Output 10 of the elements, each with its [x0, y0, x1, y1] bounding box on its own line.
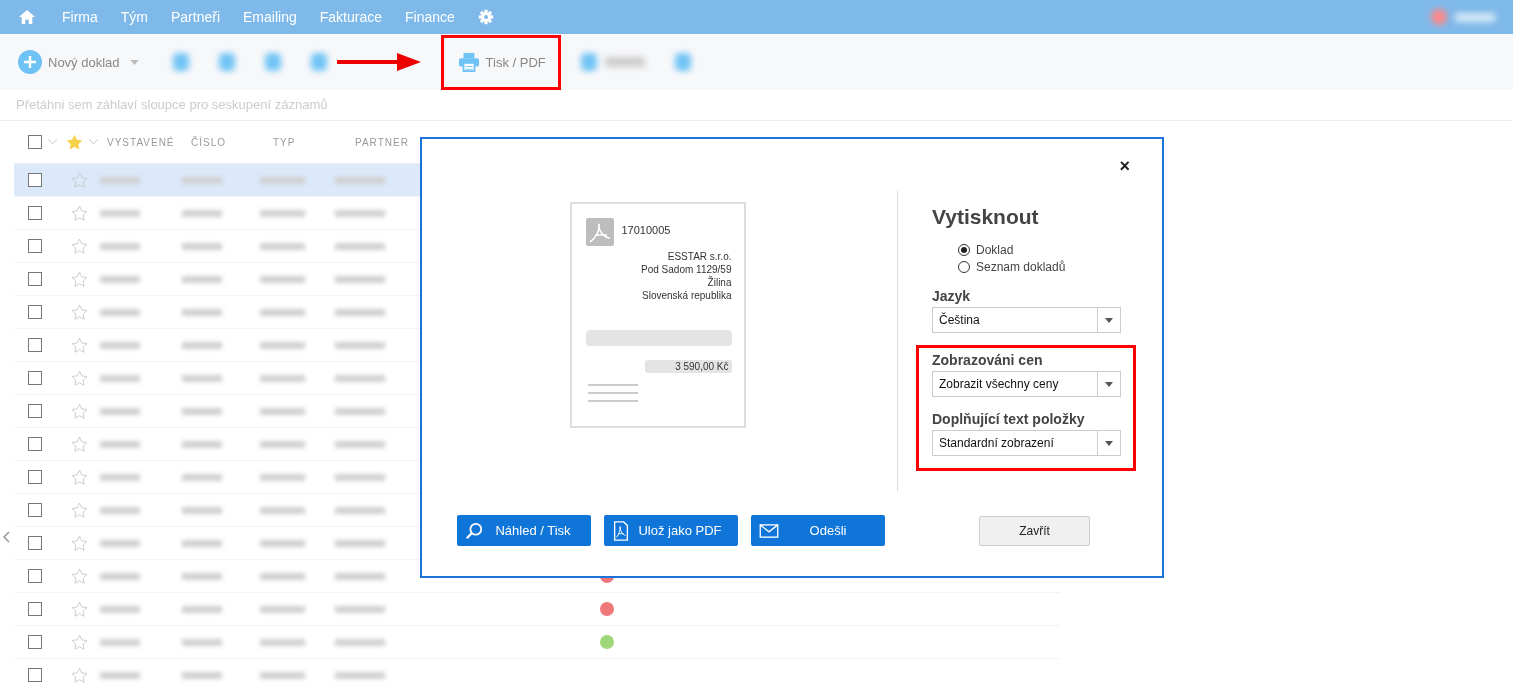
- address-line: Pod Sadom 1129/59: [641, 263, 732, 276]
- document-number: 17010005: [621, 224, 671, 236]
- address-line: ESSTAR s.r.o.: [667, 250, 732, 263]
- address-line: Slovenská republika: [642, 289, 732, 302]
- total-amount: 3 590,00 Kč: [645, 360, 732, 373]
- address-line: Žilina: [707, 276, 732, 289]
- field-label: Doplňující text položky: [932, 411, 1086, 427]
- dialog-title: Vytisknout: [932, 205, 1040, 229]
- field-label: Zobrazováni cen: [932, 352, 1044, 368]
- field-label: Jazyk: [932, 288, 972, 304]
